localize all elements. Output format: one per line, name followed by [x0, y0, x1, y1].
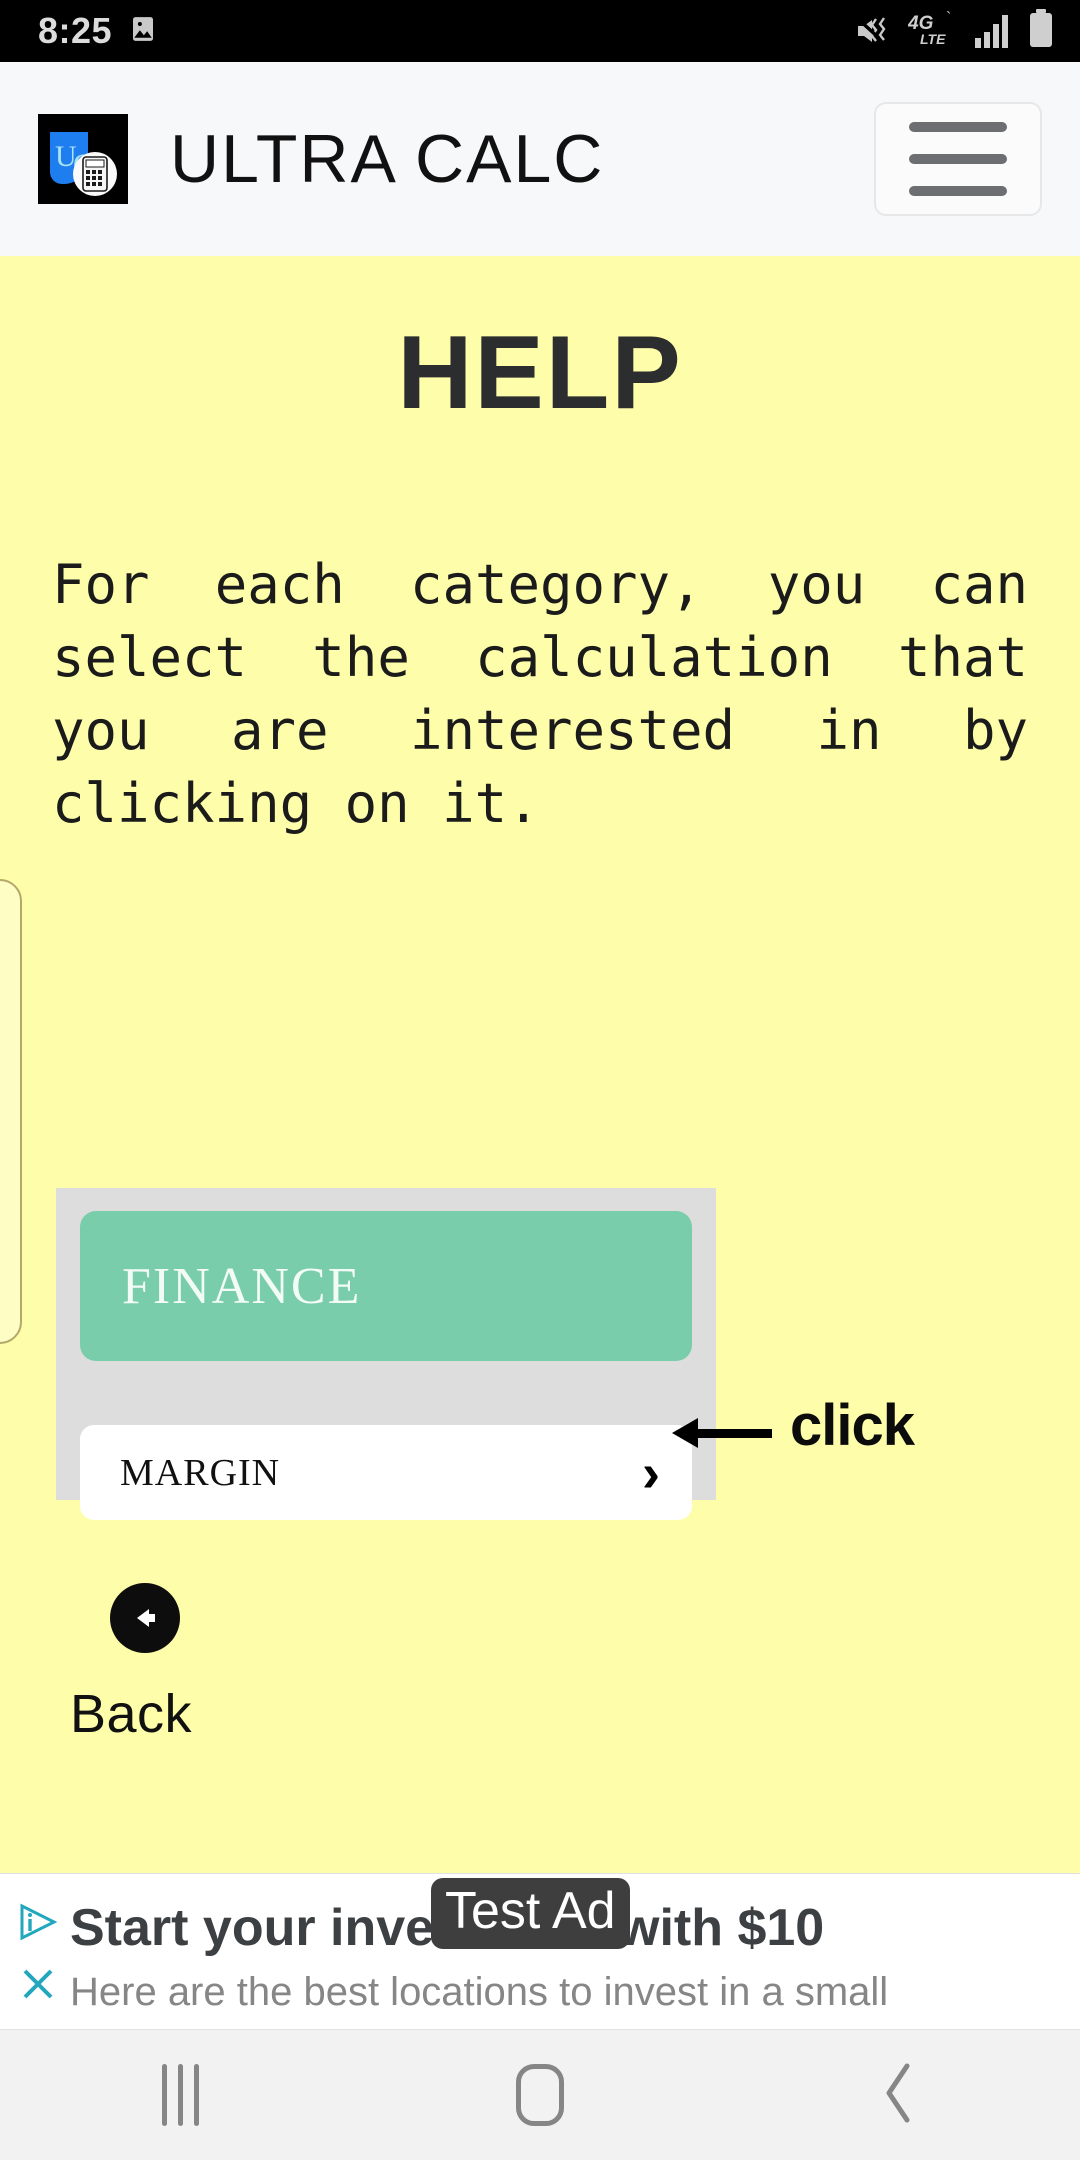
test-ad-badge: Test Ad [431, 1878, 630, 1949]
signal-bars-icon [974, 11, 1014, 54]
4g-lte-icon: 4G LTE ` [907, 9, 960, 54]
ad-banner[interactable]: Start your investment with $10 Here are … [0, 1873, 1080, 2030]
app-logo-icon: U C [38, 114, 128, 204]
battery-icon [1028, 8, 1054, 54]
illustration-item-row: MARGIN › [80, 1425, 692, 1520]
status-bar-left: 8:25 [38, 10, 158, 52]
arrow-head [672, 1418, 698, 1448]
help-illustration: FINANCE MARGIN › [56, 1188, 716, 1520]
status-clock: 8:25 [38, 10, 113, 51]
status-bar-right: 4G LTE ` [854, 8, 1054, 54]
phone-screen: 8:25 4G LTE ` U ULTRA CALC HELP For each… [0, 0, 1080, 2160]
page-title: HELP [397, 315, 683, 431]
status-bar: 8:25 4G LTE ` [0, 0, 1080, 62]
arrow-shaft [696, 1429, 772, 1438]
home-icon [516, 2064, 564, 2126]
illustration-category-header: FINANCE [80, 1211, 692, 1361]
help-body-text: For each category, you can select the ca… [52, 553, 1028, 835]
mute-vibrate-icon [854, 13, 894, 54]
back-chevron-icon [877, 2058, 923, 2133]
side-card-edge [0, 879, 22, 1344]
image-icon [128, 14, 158, 49]
illustration-item-label: MARGIN [120, 1451, 281, 1494]
back-button-label: Back [70, 1684, 193, 1744]
close-icon[interactable] [18, 1964, 58, 2009]
menu-line-1 [909, 122, 1007, 132]
app-title: ULTRA CALC [170, 121, 605, 197]
menu-line-3 [909, 186, 1007, 196]
menu-line-2 [909, 154, 1007, 164]
click-annotation: click [790, 1393, 915, 1458]
ad-subtext: Here are the best locations to invest in… [70, 1970, 889, 2014]
back-button[interactable]: Back [70, 1583, 192, 1745]
nav-home-button[interactable] [360, 2064, 720, 2126]
svg-text:`: ` [946, 10, 951, 27]
pointer-arrow-icon [672, 1418, 772, 1448]
help-content: HELP For each category, you can select t… [0, 256, 1080, 1873]
arrow-left-circle-icon [110, 1583, 180, 1653]
ad-controls [10, 1892, 66, 2016]
adchoices-icon[interactable] [16, 1900, 60, 1949]
svg-text:LTE: LTE [920, 31, 946, 47]
android-nav-bar [0, 2030, 1080, 2160]
hamburger-menu-button[interactable] [874, 102, 1042, 216]
nav-back-button[interactable] [720, 2058, 1080, 2133]
app-header: U C ULTRA CALC [0, 62, 1080, 256]
nav-recents-button[interactable] [0, 2064, 360, 2126]
chevron-right-icon: › [642, 1442, 660, 1503]
illustration-category-label: FINANCE [122, 1257, 362, 1315]
recents-icon [161, 2064, 199, 2126]
